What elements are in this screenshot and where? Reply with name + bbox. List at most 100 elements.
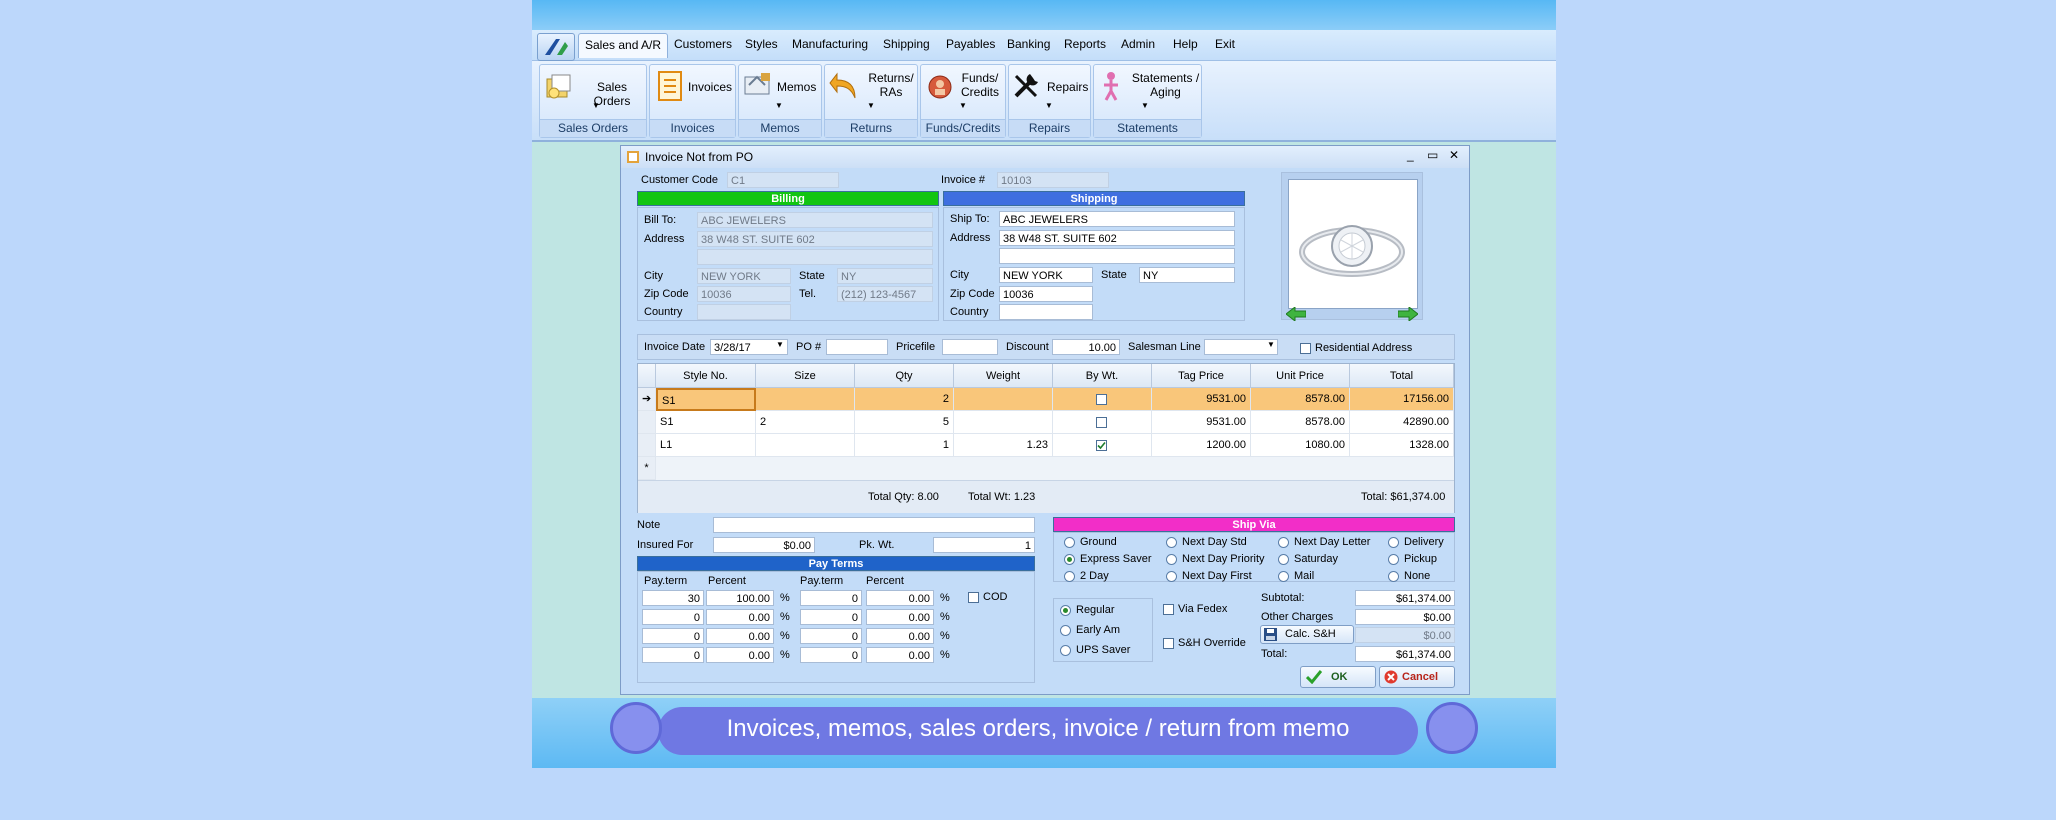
service-radio-early-am[interactable] xyxy=(1060,625,1071,636)
ship-via-radio-none[interactable] xyxy=(1388,571,1399,582)
close-icon[interactable]: ✕ xyxy=(1449,148,1459,162)
ship-via-radio-ground[interactable] xyxy=(1064,537,1075,548)
percent-field[interactable]: 0.00 xyxy=(706,628,774,644)
menu-sales-ar[interactable]: Sales and A/R xyxy=(578,33,669,58)
ship-via-radio-pickup[interactable] xyxy=(1388,554,1399,565)
column-header-style[interactable]: Style No. xyxy=(656,364,756,388)
by-wt-checkbox-checked[interactable] xyxy=(1096,440,1107,451)
service-radio-ups-saver[interactable] xyxy=(1060,645,1071,656)
calc-sh-field[interactable]: $0.00 xyxy=(1355,627,1455,643)
pay-term-field[interactable]: 0 xyxy=(642,609,704,625)
ship-via-radio-next-day-std[interactable] xyxy=(1166,537,1177,548)
pricefile-field[interactable] xyxy=(942,339,998,355)
cell-total[interactable]: 42890.00 xyxy=(1350,411,1454,434)
other-charges-field[interactable]: $0.00 xyxy=(1355,609,1455,625)
column-header-size[interactable]: Size xyxy=(756,364,855,388)
column-header-tag-price[interactable]: Tag Price xyxy=(1152,364,1251,388)
column-header-qty[interactable]: Qty xyxy=(855,364,954,388)
menu-manufacturing[interactable]: Manufacturing xyxy=(792,37,868,51)
billing-address2-field[interactable] xyxy=(697,249,933,265)
cancel-button[interactable]: Cancel xyxy=(1379,666,1455,688)
invoice-no-field[interactable]: 10103 xyxy=(997,172,1109,188)
percent2-field[interactable]: 0.00 xyxy=(866,628,934,644)
pk-wt-field[interactable]: 1 xyxy=(933,537,1035,553)
cell-unit-price[interactable]: 1080.00 xyxy=(1251,434,1350,457)
cell-qty[interactable]: 1 xyxy=(855,434,954,457)
column-header-unit-price[interactable]: Unit Price xyxy=(1251,364,1350,388)
menu-styles[interactable]: Styles xyxy=(745,37,778,51)
cell-weight[interactable] xyxy=(954,388,1053,411)
calc-sh-button[interactable]: Calc. S&H xyxy=(1260,625,1354,644)
percent-field[interactable]: 0.00 xyxy=(706,647,774,663)
pay-term2-field[interactable]: 0 xyxy=(800,609,862,625)
ribbon-group-invoices[interactable]: Invoices Invoices xyxy=(649,64,736,138)
next-image-arrow-icon[interactable] xyxy=(1398,307,1418,321)
ship-via-radio-2-day[interactable] xyxy=(1064,571,1075,582)
ribbon-group-statements[interactable]: Statements / Aging ▼ Statements xyxy=(1093,64,1202,138)
menu-help[interactable]: Help xyxy=(1173,37,1198,51)
cell-size[interactable] xyxy=(756,434,855,457)
by-wt-checkbox[interactable] xyxy=(1096,394,1107,405)
column-header-by-wt[interactable]: By Wt. xyxy=(1053,364,1152,388)
shipping-address2-field[interactable] xyxy=(999,248,1235,264)
menu-customers[interactable]: Customers xyxy=(674,37,732,51)
cell-unit-price[interactable]: 8578.00 xyxy=(1251,388,1350,411)
discount-field[interactable]: 10.00 xyxy=(1052,339,1120,355)
cell-total[interactable]: 1328.00 xyxy=(1350,434,1454,457)
cell-weight[interactable]: 1.23 xyxy=(954,434,1053,457)
cell-tag-price[interactable]: 9531.00 xyxy=(1152,388,1251,411)
previous-image-arrow-icon[interactable] xyxy=(1286,307,1306,321)
percent2-field[interactable]: 0.00 xyxy=(866,609,934,625)
minimize-icon[interactable]: _ xyxy=(1407,148,1414,162)
pay-term2-field[interactable]: 0 xyxy=(800,628,862,644)
cell-qty[interactable]: 2 xyxy=(855,388,954,411)
residential-address-checkbox[interactable] xyxy=(1300,343,1311,354)
service-radio-regular[interactable] xyxy=(1060,605,1071,616)
pay-term2-field[interactable]: 0 xyxy=(800,590,862,606)
new-row[interactable]: * xyxy=(638,457,1454,480)
menu-banking[interactable]: Banking xyxy=(1007,37,1050,51)
table-row[interactable]: S1 2 5 9531.00 8578.00 42890.00 xyxy=(638,411,1454,434)
percent-field[interactable]: 0.00 xyxy=(706,609,774,625)
ribbon-group-sales-orders[interactable]: Sales Orders ▼ Sales Orders xyxy=(539,64,647,138)
pay-term-field[interactable]: 0 xyxy=(642,647,704,663)
percent2-field[interactable]: 0.00 xyxy=(866,647,934,663)
ship-via-radio-mail[interactable] xyxy=(1278,571,1289,582)
column-header-weight[interactable]: Weight xyxy=(954,364,1053,388)
cod-checkbox[interactable] xyxy=(968,592,979,603)
column-header-total[interactable]: Total xyxy=(1350,364,1454,388)
po-field[interactable] xyxy=(826,339,888,355)
ship-via-radio-next-day-first[interactable] xyxy=(1166,571,1177,582)
app-logo-icon[interactable] xyxy=(537,33,575,61)
billing-city-field[interactable]: NEW YORK xyxy=(697,268,791,284)
subtotal-field[interactable]: $61,374.00 xyxy=(1355,590,1455,606)
percent2-field[interactable]: 0.00 xyxy=(866,590,934,606)
bill-to-field[interactable]: ABC JEWELERS xyxy=(697,212,933,228)
shipping-zip-field[interactable]: 10036 xyxy=(999,286,1093,302)
customer-code-field[interactable]: C1 xyxy=(727,172,839,188)
sh-override-checkbox[interactable] xyxy=(1163,638,1174,649)
menu-reports[interactable]: Reports xyxy=(1064,37,1106,51)
ship-via-radio-delivery[interactable] xyxy=(1388,537,1399,548)
date-dropdown-icon[interactable]: ▼ xyxy=(776,340,784,349)
shipping-country-field[interactable] xyxy=(999,304,1093,320)
ship-via-radio-next-day-priority[interactable] xyxy=(1166,554,1177,565)
ship-via-radio-next-day-letter[interactable] xyxy=(1278,537,1289,548)
salesman-dropdown-icon[interactable]: ▼ xyxy=(1267,340,1275,349)
note-field[interactable] xyxy=(713,517,1035,533)
pay-term-field[interactable]: 30 xyxy=(642,590,704,606)
billing-state-field[interactable]: NY xyxy=(837,268,933,284)
menu-shipping[interactable]: Shipping xyxy=(883,37,930,51)
cell-tag-price[interactable]: 9531.00 xyxy=(1152,411,1251,434)
cell-qty[interactable]: 5 xyxy=(855,411,954,434)
billing-tel-field[interactable]: (212) 123-4567 xyxy=(837,286,933,302)
via-fedex-checkbox[interactable] xyxy=(1163,604,1174,615)
ribbon-group-memos[interactable]: Memos ▼ Memos xyxy=(738,64,822,138)
shipping-state-field[interactable]: NY xyxy=(1139,267,1235,283)
cell-size[interactable] xyxy=(756,388,855,411)
table-row[interactable]: L1 1 1.23 1200.00 1080.00 1328.00 xyxy=(638,434,1454,457)
menu-exit[interactable]: Exit xyxy=(1215,37,1235,51)
menu-payables[interactable]: Payables xyxy=(946,37,995,51)
shipping-address-field[interactable]: 38 W48 ST. SUITE 602 xyxy=(999,230,1235,246)
percent-field[interactable]: 100.00 xyxy=(706,590,774,606)
